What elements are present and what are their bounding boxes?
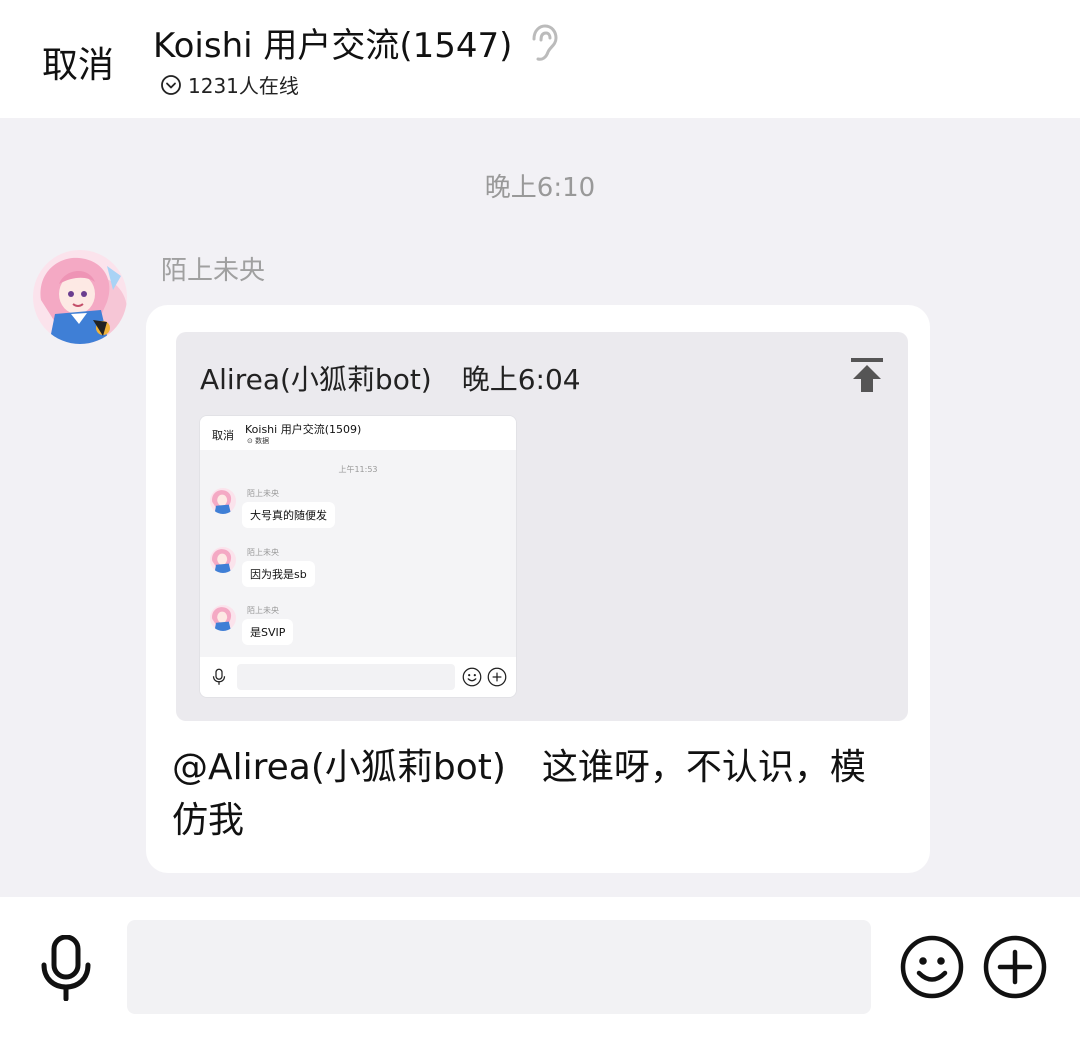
message-input[interactable]: [127, 920, 871, 1014]
screenshot-sender: 陌上未央: [247, 489, 279, 498]
screenshot-message: 陌上未央 是SVIP: [210, 605, 410, 655]
emoji-icon[interactable]: [900, 935, 964, 999]
input-bar: [0, 897, 1080, 1037]
screenshot-bubble: 因为我是sb: [242, 561, 315, 587]
screenshot-input: [237, 664, 455, 690]
screenshot-sender: 陌上未央: [247, 548, 279, 557]
online-status[interactable]: 1231人在线: [160, 70, 299, 99]
online-count: 1231人在线: [188, 74, 299, 98]
avatar-image: [33, 250, 127, 344]
screenshot-title: Koishi 用户交流(1509): [245, 423, 362, 436]
message-timestamp: 晚上6:10: [484, 173, 596, 203]
screenshot-message: 陌上未央 因为我是sb: [210, 547, 410, 597]
cancel-button[interactable]: 取消: [42, 36, 114, 88]
sender-name: 陌上未央: [161, 256, 266, 286]
quote-author: Alirea(小狐莉bot): [200, 363, 432, 396]
screenshot-message: 陌上未央 大号真的随便发: [210, 488, 410, 538]
screenshot-bubble: 是SVIP: [242, 619, 294, 645]
screenshot-online-text: 数据: [255, 437, 270, 445]
plus-circle-icon[interactable]: [983, 935, 1047, 999]
quote-header: Alirea(小狐莉bot) 晚上6:04: [200, 358, 581, 398]
message-text: @Alirea(小狐莉bot) 这谁呀，不认识，模仿我: [172, 747, 866, 841]
jump-to-top-icon[interactable]: [850, 356, 884, 394]
microphone-icon[interactable]: [38, 935, 94, 1001]
ear-icon[interactable]: [524, 23, 560, 63]
screenshot-header: 取消 Koishi 用户交流(1509) ⊙ 数据: [200, 416, 516, 450]
microphone-icon: [212, 668, 226, 685]
title-row: Koishi 用户交流(1547): [153, 18, 560, 67]
screenshot-avatar: [210, 488, 236, 514]
screenshot-input-bar: [200, 657, 516, 697]
screenshot-avatar: [210, 605, 236, 631]
screenshot-timestamp: 上午11:53: [338, 465, 378, 474]
plus-circle-icon: [487, 667, 507, 687]
quote-time: 晚上6:04: [461, 363, 581, 396]
chat-header: 取消 Koishi 用户交流(1547) 1231人在线: [0, 0, 1080, 118]
quoted-screenshot[interactable]: 取消 Koishi 用户交流(1509) ⊙ 数据 上午11:53 陌上未央 大…: [199, 415, 517, 698]
message-bubble[interactable]: Alirea(小狐莉bot) 晚上6:04 取消 Koishi 用户交流(1509…: [146, 305, 930, 873]
chevron-down-circle-icon: [161, 74, 181, 95]
screenshot-online: ⊙ 数据: [247, 437, 270, 445]
screenshot-cancel: 取消: [212, 429, 234, 442]
screenshot-sender: 陌上未央: [247, 606, 279, 615]
quoted-message[interactable]: Alirea(小狐莉bot) 晚上6:04 取消 Koishi 用户交流(1509…: [176, 332, 908, 721]
screenshot-avatar: [210, 547, 236, 573]
emoji-icon: [462, 667, 482, 687]
screenshot-bubble: 大号真的随便发: [242, 502, 335, 528]
avatar[interactable]: [33, 250, 127, 344]
group-title[interactable]: Koishi 用户交流(1547): [153, 18, 512, 67]
